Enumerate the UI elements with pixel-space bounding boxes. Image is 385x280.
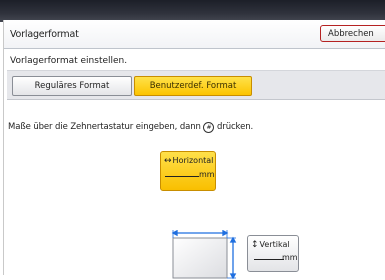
page-title: Vorlagerformat xyxy=(10,29,79,40)
horizontal-arrow-icon: ↔ xyxy=(164,156,172,166)
hash-key-icon: # xyxy=(203,122,215,133)
instruction-text: Maße über die Zehnertastatur eingeben, d… xyxy=(8,122,253,133)
tab-regular-format[interactable]: Reguläres Format xyxy=(12,76,132,96)
vertical-dimension-arrow xyxy=(227,236,237,280)
horizontal-unit: mm xyxy=(199,170,215,179)
cancel-button[interactable]: Abbrechen xyxy=(320,25,385,42)
instruction-before: Maße über die Zehnertastatur eingeben, d… xyxy=(8,122,204,132)
top-bar xyxy=(0,0,385,22)
vertical-arrow-icon: ↕ xyxy=(251,240,259,250)
horizontal-label: Horizontal xyxy=(172,156,214,165)
horizontal-dimension-arrow xyxy=(171,230,229,238)
instruction-after: drücken. xyxy=(214,122,254,132)
title-row: Vorlagerformat Abbrechen xyxy=(4,20,385,49)
format-tab-strip: Reguläres Format Benutzerdef. Format xyxy=(7,70,385,100)
dialog: Vorlagerformat Abbrechen Vorlagerformat … xyxy=(3,20,385,280)
vertical-unit: mm xyxy=(282,253,298,262)
horizontal-value-line xyxy=(165,176,199,177)
document-dimension-diagram xyxy=(171,230,237,280)
vertical-label: Vertikal xyxy=(259,240,290,249)
document-page-icon xyxy=(172,237,228,279)
vertical-label-wrap: ↕Vertikal xyxy=(251,240,290,250)
vertical-value-line xyxy=(254,259,284,260)
vertical-input-button[interactable]: ↕Vertikal mm xyxy=(247,235,299,272)
subtitle: Vorlagerformat einstellen. xyxy=(10,56,128,66)
horizontal-input-button[interactable]: ↔Horizontal mm xyxy=(160,151,216,191)
horizontal-label-wrap: ↔Horizontal xyxy=(164,156,213,166)
tab-custom-format[interactable]: Benutzerdef. Format xyxy=(134,76,252,96)
